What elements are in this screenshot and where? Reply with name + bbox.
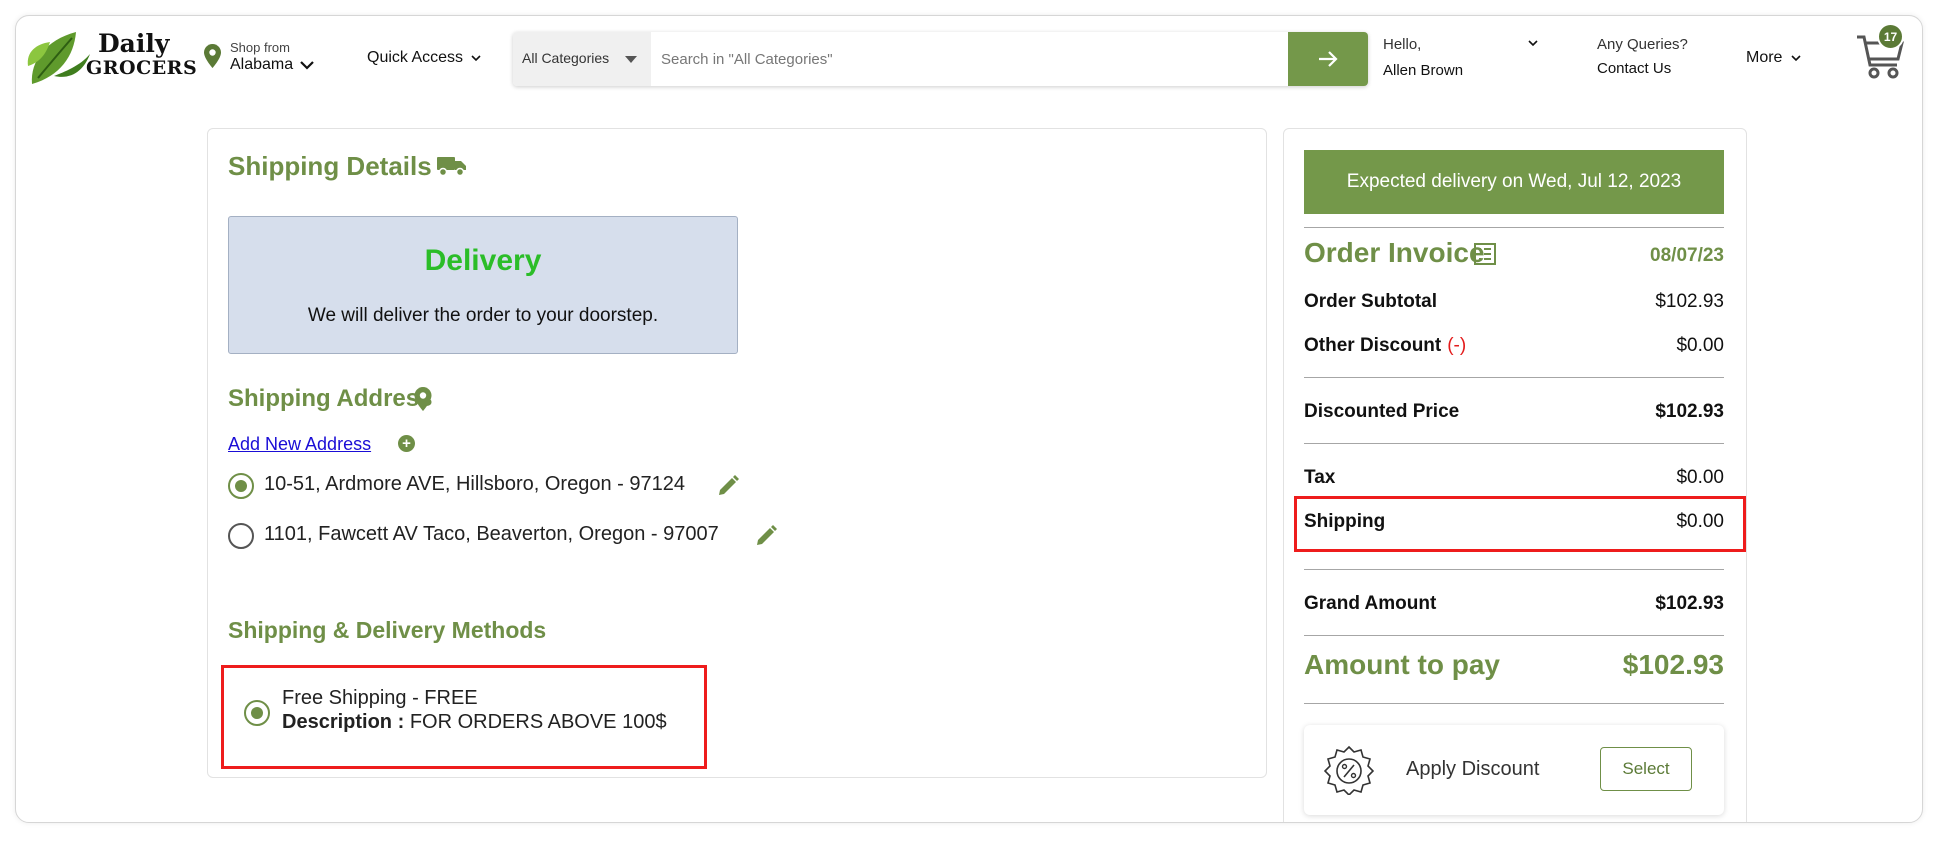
logo-wordmark: Daily GROCERS — [86, 29, 198, 80]
add-new-address-link[interactable]: Add New Address — [228, 434, 371, 455]
more-label: More — [1746, 49, 1783, 66]
discount-badge-icon — [1324, 745, 1374, 795]
shipping-details-card: Shipping Details Delivery We will delive… — [207, 128, 1267, 778]
shop-from-state: Alabama — [230, 56, 294, 73]
search-category-label: All Categories — [522, 50, 610, 66]
more-menu[interactable]: More — [1746, 49, 1801, 67]
chevron-down-icon — [471, 55, 482, 61]
caret-down-icon — [625, 56, 637, 63]
divider — [1304, 703, 1724, 704]
chevron-down-icon — [1528, 40, 1538, 47]
shipping-methods-title: Shipping & Delivery Methods — [228, 617, 547, 643]
map-pin-icon — [204, 44, 221, 68]
search-category-dropdown[interactable]: All Categories — [513, 32, 651, 86]
address-text-2: 1101, Fawcett AV Taco, Beaverton, Oregon… — [264, 523, 719, 545]
top-header: Daily GROCERS Shop from Alabama Quick Ac… — [16, 16, 1922, 96]
other-discount-text: Other Discount — [1304, 335, 1442, 356]
shipping-value: $0.00 — [1676, 511, 1724, 532]
discounted-price-label: Discounted Price — [1304, 401, 1460, 422]
daily-grocers-logo[interactable]: Daily GROCERS — [24, 26, 198, 91]
grand-amount-value: $102.93 — [1655, 593, 1724, 614]
search-bar: All Categories — [513, 32, 1368, 86]
contact-us-label: Contact Us — [1597, 60, 1672, 77]
chevron-down-icon — [1791, 55, 1801, 61]
logo-daily-text: Daily — [98, 29, 170, 58]
shop-from-label: Shop from — [230, 40, 290, 55]
invoice-list-icon[interactable] — [1474, 243, 1496, 265]
leaf-logo-icon — [27, 32, 90, 84]
shipping-label: Shipping — [1304, 511, 1386, 532]
shipping-method-name: Free Shipping - FREE — [282, 687, 478, 709]
other-discount-value: $0.00 — [1676, 335, 1724, 356]
address-radio-1[interactable] — [228, 473, 254, 499]
quick-access-menu[interactable]: Quick Access — [367, 49, 482, 67]
address-radio-2[interactable] — [228, 523, 254, 549]
description-label: Description : — [282, 711, 405, 733]
order-invoice-card: Expected delivery on Wed, Jul 12, 2023 O… — [1283, 128, 1747, 822]
shipping-method-radio[interactable] — [244, 700, 270, 726]
free-shipping-method[interactable]: Free Shipping - FREE Description : FOR O… — [221, 665, 707, 769]
grand-amount-label: Grand Amount — [1304, 593, 1437, 614]
arrow-right-icon — [1319, 51, 1338, 67]
address-text-1: 10-51, Ardmore AVE, Hillsboro, Oregon - … — [264, 473, 685, 495]
other-discount-sign: (-) — [1447, 335, 1467, 356]
divider — [1304, 377, 1724, 378]
select-discount-button[interactable]: Select — [1600, 747, 1692, 791]
description-value: FOR ORDERS ABOVE 100$ — [409, 711, 667, 733]
shipping-method-description: Description : FOR ORDERS ABOVE 100$ — [282, 711, 667, 734]
map-pin-icon — [414, 387, 432, 411]
tax-label: Tax — [1304, 467, 1336, 488]
truck-icon — [437, 157, 466, 177]
order-subtotal-label: Order Subtotal — [1304, 291, 1438, 312]
greeting-text: Hello, — [1383, 36, 1422, 53]
expected-delivery-banner: Expected delivery on Wed, Jul 12, 2023 — [1304, 150, 1724, 214]
quick-access-label: Quick Access — [367, 49, 464, 66]
cart-button[interactable]: 17 — [1855, 23, 1907, 81]
user-name: Allen Brown — [1383, 62, 1464, 79]
amount-to-pay-value: $102.93 — [1622, 649, 1724, 680]
divider — [1304, 443, 1724, 444]
delivery-option-title: Delivery — [424, 244, 542, 277]
delivery-option-description: We will deliver the order to your doorst… — [307, 305, 659, 326]
invoice-date: 08/07/23 — [1650, 245, 1724, 266]
divider — [1304, 227, 1724, 228]
search-submit-button[interactable] — [1288, 32, 1368, 86]
search-input[interactable] — [651, 32, 1291, 86]
order-subtotal-value: $102.93 — [1655, 291, 1724, 312]
apply-discount-label: Apply Discount — [1406, 758, 1540, 780]
cart-count-badge: 17 — [1877, 23, 1904, 50]
apply-discount-panel: Apply Discount Select — [1304, 725, 1724, 815]
logo-grocers-text: GROCERS — [86, 57, 198, 79]
app-frame: Daily GROCERS Shop from Alabama Quick Ac… — [15, 15, 1923, 823]
chevron-down-icon — [300, 61, 314, 70]
plus-circle-icon[interactable]: + — [398, 435, 415, 452]
discounted-price-value: $102.93 — [1655, 401, 1724, 422]
divider — [1304, 635, 1724, 636]
divider — [1304, 569, 1724, 570]
delivery-option-card[interactable]: Delivery We will deliver the order to yo… — [228, 216, 738, 354]
amount-to-pay-label: Amount to pay — [1304, 649, 1500, 680]
order-invoice-title: Order Invoice — [1304, 237, 1485, 268]
queries-label: Any Queries? — [1597, 36, 1688, 53]
edit-pencil-icon[interactable] — [716, 474, 740, 498]
shipping-details-title: Shipping Details — [228, 151, 432, 181]
other-discount-label: Other Discount (-) — [1304, 335, 1466, 357]
shipping-address-title: Shipping Address — [228, 385, 433, 412]
edit-pencil-icon[interactable] — [754, 524, 778, 548]
tax-value: $0.00 — [1676, 467, 1724, 488]
